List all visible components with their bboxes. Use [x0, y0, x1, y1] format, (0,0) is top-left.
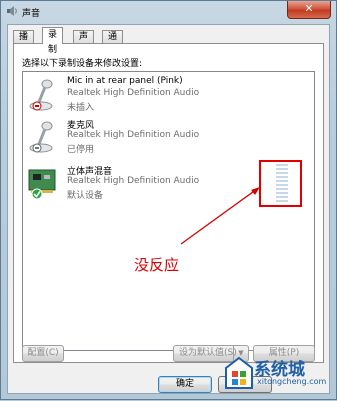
default-check-icon — [31, 188, 43, 200]
tab-communications[interactable]: 通信 — [102, 30, 124, 55]
configure-button[interactable]: 配置(C) — [22, 345, 64, 362]
tab-sounds[interactable]: 声音 — [73, 30, 95, 55]
window-title: 声音 — [22, 9, 41, 19]
device-item-microphone[interactable]: 麦克风 Realtek High Definition Audio 已停用 — [23, 116, 263, 156]
device-description: Realtek High Definition Audio — [67, 176, 200, 186]
watermark-url: xitongcheng.com — [257, 377, 327, 386]
device-item-mic-rear[interactable]: Mic in at rear panel (Pink) Realtek High… — [23, 74, 263, 114]
microphone-icon — [29, 79, 53, 111]
device-item-stereo-mix[interactable]: 立体声混音 Realtek High Definition Audio 默认设备 — [23, 162, 263, 202]
device-description: Realtek High Definition Audio — [67, 88, 200, 98]
device-status: 已停用 — [67, 145, 95, 155]
microphone-icon — [29, 121, 53, 153]
device-name: Mic in at rear panel (Pink) — [67, 76, 183, 86]
watermark: 系统城 xitongcheng.com — [224, 353, 334, 395]
instruction-label: 选择以下录制设备来修改设置: — [22, 59, 143, 69]
ok-button[interactable]: 确定 — [158, 376, 212, 393]
annotation-text: 没反应 — [134, 256, 180, 274]
tab-playback[interactable]: 播放 — [13, 30, 35, 55]
title-bar[interactable]: 声音 ✕ — [1, 1, 336, 23]
unplugged-badge-icon — [35, 105, 39, 107]
annotation-highlight-box — [259, 160, 302, 207]
dialog-client-area: 播放 录制 声音 通信 选择以下录制设备来修改设置: Mic in at rea… — [7, 24, 330, 394]
sound-dialog-window: 声音 ✕ 播放 录制 声音 通信 选择以下录制设备来修改设置: — [0, 0, 337, 400]
house-logo-icon — [225, 356, 253, 389]
device-status: 未插入 — [67, 103, 95, 113]
device-status: 默认设备 — [67, 191, 104, 201]
device-list[interactable]: Mic in at rear panel (Pink) Realtek High… — [22, 71, 315, 351]
tab-recording[interactable]: 录制 — [42, 27, 64, 55]
close-icon: ✕ — [304, 2, 314, 15]
speaker-icon — [7, 6, 17, 16]
sound-card-icon — [28, 169, 56, 200]
device-description: Realtek High Definition Audio — [67, 130, 200, 140]
close-button[interactable]: ✕ — [287, 1, 331, 19]
